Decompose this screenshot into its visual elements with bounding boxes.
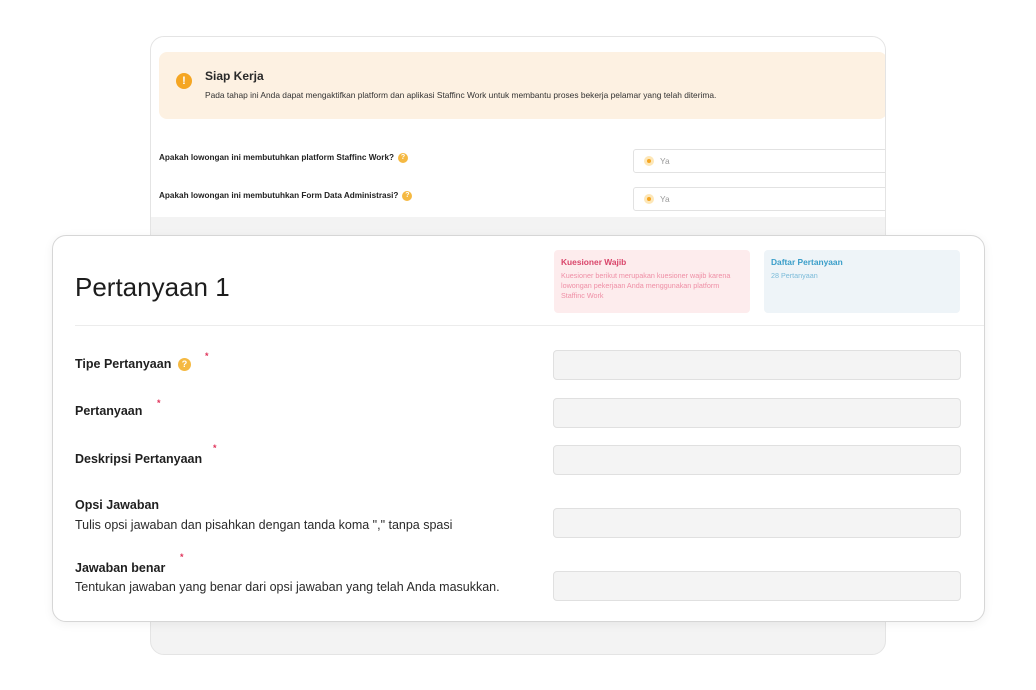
admin-form-radio[interactable]: Ya xyxy=(633,187,885,211)
question-label: Pertanyaan xyxy=(75,404,143,418)
answer-options-input[interactable] xyxy=(553,508,961,538)
alert-text: Pada tahap ini Anda dapat mengaktifkan p… xyxy=(205,90,717,100)
staffinc-work-question: Apakah lowongan ini membutuhkan platform… xyxy=(159,153,409,163)
staffinc-work-question-label: Apakah lowongan ini membutuhkan platform… xyxy=(159,153,395,163)
screen: ! Siap Kerja Pada tahap ini Anda dapat m… xyxy=(0,0,1036,690)
question-card: Pertanyaan 1 Kuesioner Wajib Kuesioner b… xyxy=(52,235,985,622)
ready-to-work-alert: ! Siap Kerja Pada tahap ini Anda dapat m… xyxy=(159,52,885,119)
correct-answer-label: Jawaban benar xyxy=(75,561,166,575)
question-list-title: Daftar Pertanyaan xyxy=(771,257,843,267)
mandatory-questionnaire-box: Kuesioner Wajib Kuesioner berikut merupa… xyxy=(554,250,750,313)
mandatory-questionnaire-title: Kuesioner Wajib xyxy=(561,257,627,267)
divider xyxy=(75,325,984,326)
radio-selected-icon[interactable] xyxy=(644,156,654,166)
correct-answer-hint: Tentukan jawaban yang benar dari opsi ja… xyxy=(75,580,500,594)
question-list-box[interactable]: Daftar Pertanyaan 28 Pertanyaan xyxy=(764,250,960,313)
answer-options-hint: Tulis opsi jawaban dan pisahkan dengan t… xyxy=(75,518,453,532)
radio-selected-icon[interactable] xyxy=(644,194,654,204)
mandatory-questionnaire-text: Kuesioner berikut merupakan kuesioner wa… xyxy=(561,271,731,300)
question-type-select[interactable] xyxy=(553,350,961,380)
required-marker: * xyxy=(205,351,209,361)
question-list-count: 28 Pertanyaan xyxy=(771,271,818,280)
question-description-input[interactable] xyxy=(553,445,961,475)
question-description-label: Deskripsi Pertanyaan xyxy=(75,452,203,466)
help-icon[interactable]: ? xyxy=(398,153,409,163)
question-input[interactable] xyxy=(553,398,961,428)
required-marker: * xyxy=(213,443,217,453)
help-icon[interactable]: ? xyxy=(402,191,413,201)
settings-panel-body: ! Siap Kerja Pada tahap ini Anda dapat m… xyxy=(151,37,885,217)
admin-form-question: Apakah lowongan ini membutuhkan Form Dat… xyxy=(159,191,413,201)
radio-option-label: Ya xyxy=(660,156,670,166)
alert-title: Siap Kerja xyxy=(205,69,264,83)
correct-answer-input[interactable] xyxy=(553,571,961,601)
admin-form-question-label: Apakah lowongan ini membutuhkan Form Dat… xyxy=(159,191,399,201)
required-marker: * xyxy=(157,398,161,408)
radio-option-label: Ya xyxy=(660,194,670,204)
answer-options-label: Opsi Jawaban xyxy=(75,498,160,512)
question-type-label: Tipe Pertanyaan xyxy=(75,357,172,371)
staffinc-work-radio[interactable]: Ya xyxy=(633,149,885,173)
warning-icon: ! xyxy=(176,73,192,89)
question-title: Pertanyaan 1 xyxy=(75,272,230,302)
help-icon[interactable]: ? xyxy=(178,358,191,371)
required-marker: * xyxy=(180,552,184,562)
